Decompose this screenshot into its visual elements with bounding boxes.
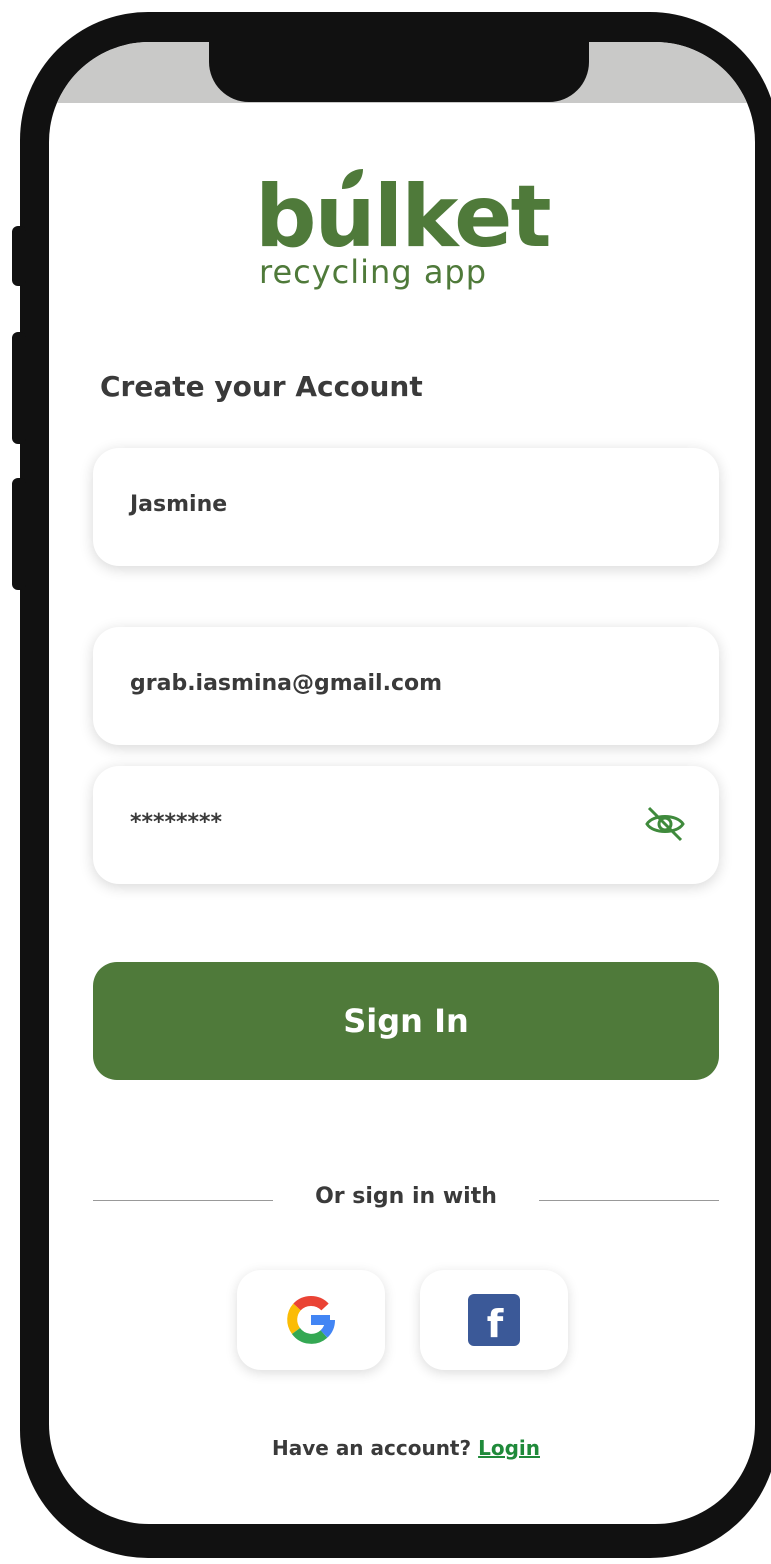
side-button-volume-down [12, 478, 26, 590]
logo-wordmark: bulket [255, 167, 552, 267]
password-field-value: ******** [130, 810, 223, 835]
login-prompt-text: Have an account? [272, 1436, 472, 1460]
google-icon [287, 1296, 335, 1344]
page-title: Create your Account [100, 370, 423, 403]
login-link[interactable]: Login [478, 1436, 540, 1460]
facebook-icon: f [468, 1294, 520, 1346]
sign-in-button[interactable]: Sign In [93, 962, 719, 1080]
email-field[interactable]: grab.iasmina@gmail.com [93, 627, 719, 745]
phone-screen: bulket recycling app Create your Account… [49, 42, 755, 1524]
leaf-icon [342, 169, 363, 189]
facebook-sign-in-button[interactable]: f [420, 1270, 568, 1370]
side-button-volume-up [12, 332, 26, 444]
password-field[interactable]: ******** [93, 766, 719, 884]
divider-label: Or sign in with [315, 1184, 497, 1209]
email-field-value: grab.iasmina@gmail.com [130, 671, 443, 696]
name-field-value: Jasmine [130, 492, 228, 517]
app-logo: bulket recycling app [255, 167, 555, 297]
google-sign-in-button[interactable] [237, 1270, 385, 1370]
login-prompt: Have an account? Login [49, 1436, 755, 1460]
phone-notch [209, 42, 589, 102]
eye-slash-icon[interactable] [643, 802, 687, 846]
side-button-mute [12, 226, 26, 286]
name-field[interactable]: Jasmine [93, 448, 719, 566]
svg-text:f: f [487, 1302, 504, 1346]
logo-tagline: recycling app [259, 253, 488, 291]
divider-right [539, 1200, 719, 1201]
